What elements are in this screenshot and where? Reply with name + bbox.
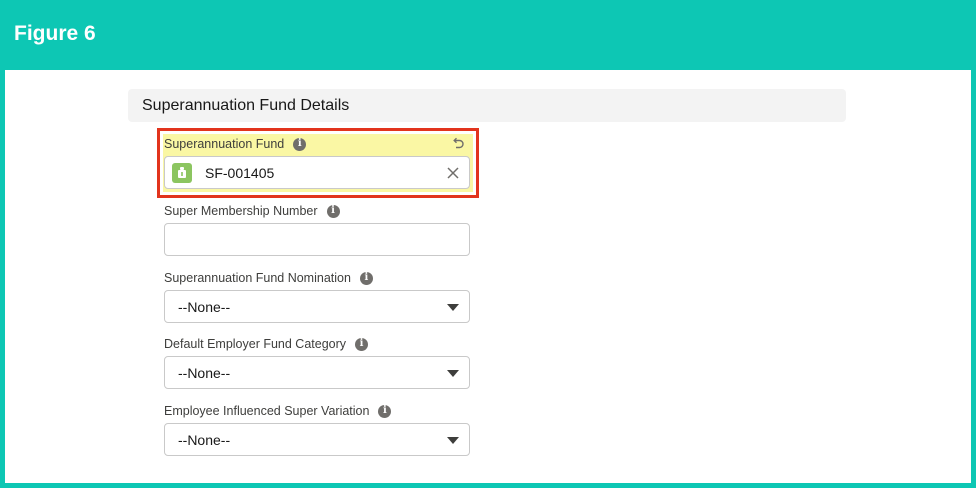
section-title: Superannuation Fund Details — [142, 96, 350, 114]
superannuation-fund-nomination-label: Superannuation Fund Nomination — [164, 271, 351, 285]
select-value: --None-- — [178, 431, 231, 448]
chevron-down-icon — [447, 437, 459, 444]
superannuation-fund-nomination-select[interactable]: --None-- — [164, 290, 470, 323]
employee-influenced-super-variation-select[interactable]: --None-- — [164, 423, 470, 456]
figure-header: Figure 6 — [0, 0, 976, 70]
info-icon[interactable]: i — [326, 204, 340, 218]
info-icon[interactable]: i — [378, 404, 392, 418]
close-icon[interactable] — [446, 166, 460, 180]
default-employer-fund-category-label-row: Default Employer Fund Category i — [164, 337, 369, 351]
undo-icon[interactable] — [451, 137, 465, 151]
superannuation-fund-label-row: Superannuation Fund i — [164, 137, 307, 151]
select-value: --None-- — [178, 298, 231, 315]
employee-influenced-super-variation-label-row: Employee Influenced Super Variation i — [164, 404, 392, 418]
info-icon[interactable]: i — [293, 137, 307, 151]
super-membership-number-label-row: Super Membership Number i — [164, 204, 340, 218]
super-membership-number-input[interactable] — [164, 223, 470, 256]
select-value: --None-- — [178, 364, 231, 381]
default-employer-fund-category-select[interactable]: --None-- — [164, 356, 470, 389]
superannuation-fund-value: SF-001405 — [205, 164, 275, 181]
employee-influenced-super-variation-label: Employee Influenced Super Variation — [164, 404, 370, 418]
superannuation-fund-record-icon — [172, 162, 192, 183]
info-icon[interactable]: i — [355, 337, 369, 351]
superannuation-fund-nomination-label-row: Superannuation Fund Nomination i — [164, 271, 373, 285]
figure-frame — [0, 0, 976, 488]
superannuation-fund-lookup[interactable]: SF-001405 — [164, 156, 470, 189]
section-header[interactable]: Superannuation Fund Details — [128, 89, 846, 122]
figure-title: Figure 6 — [14, 22, 96, 45]
info-icon[interactable]: i — [359, 271, 373, 285]
chevron-down-icon — [447, 304, 459, 311]
chevron-down-icon — [447, 370, 459, 377]
superannuation-fund-label: Superannuation Fund — [164, 137, 285, 151]
super-membership-number-label: Super Membership Number — [164, 204, 318, 218]
default-employer-fund-category-label: Default Employer Fund Category — [164, 337, 347, 351]
